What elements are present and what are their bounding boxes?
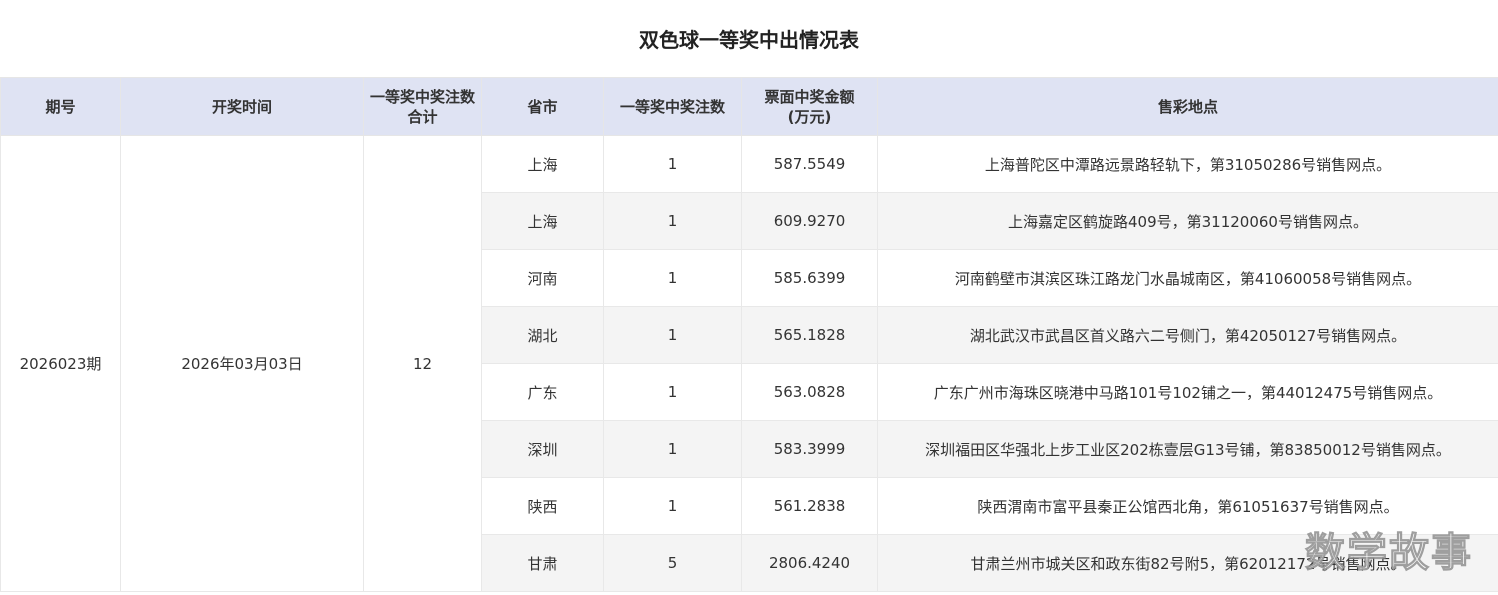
- count-cell: 1: [603, 135, 742, 193]
- header-amount-line2: (万元): [787, 107, 832, 126]
- count-cell: 5: [603, 534, 742, 592]
- header-total-line1: 一等奖中奖注数: [369, 87, 475, 106]
- amount-cell: 583.3999: [741, 420, 878, 478]
- header-site: 售彩地点: [877, 77, 1498, 136]
- amount-cell: 561.2838: [741, 477, 878, 535]
- header-province: 省市: [481, 77, 604, 136]
- site-cell: 上海嘉定区鹤旋路409号，第31120060号销售网点。: [877, 192, 1498, 250]
- header-issue: 期号: [0, 77, 121, 136]
- province-cell: 深圳: [481, 420, 604, 478]
- header-amount: 票面中奖金额 (万元): [741, 77, 878, 136]
- site-cell: 深圳福田区华强北上步工业区202栋壹层G13号铺，第83850012号销售网点。: [877, 420, 1498, 478]
- province-cell: 上海: [481, 192, 604, 250]
- amount-cell: 587.5549: [741, 135, 878, 193]
- province-cell: 广东: [481, 363, 604, 421]
- count-cell: 1: [603, 306, 742, 364]
- table-title: 双色球一等奖中出情况表: [639, 28, 859, 52]
- amount-cell: 563.0828: [741, 363, 878, 421]
- header-amount-line1: 票面中奖金额: [764, 87, 855, 106]
- header-total-line2: 合计: [407, 107, 438, 126]
- province-cell: 湖北: [481, 306, 604, 364]
- winners-table: 期号 开奖时间 一等奖中奖注数 合计 省市 一等奖中奖注数 票面中奖金额 (万元…: [0, 77, 1498, 592]
- site-cell: 上海普陀区中潭路远景路轻轨下，第31050286号销售网点。: [877, 135, 1498, 193]
- issue-cell: 2026023期: [0, 135, 121, 592]
- draw-time-cell: 2026年03月03日: [120, 135, 364, 592]
- header-row: 期号 开奖时间 一等奖中奖注数 合计 省市 一等奖中奖注数 票面中奖金额 (万元…: [0, 77, 1498, 136]
- province-cell: 上海: [481, 135, 604, 193]
- count-cell: 1: [603, 477, 742, 535]
- site-cell: 陕西渭南市富平县秦正公馆西北角，第61051637号销售网点。: [877, 477, 1498, 535]
- count-cell: 1: [603, 249, 742, 307]
- table-row: 2026023期 2026年03月03日 12 上海 1 587.5549 上海普陀区中潭路…: [0, 135, 1498, 592]
- site-cell: 广东广州市海珠区晓港中马路101号102铺之一，第44012475号销售网点。: [877, 363, 1498, 421]
- total-count-cell: 12: [363, 135, 482, 592]
- province-cell: 陕西: [481, 477, 604, 535]
- amount-cell: 565.1828: [741, 306, 878, 364]
- header-total: 一等奖中奖注数 合计: [363, 77, 482, 136]
- province-cell: 甘肃: [481, 534, 604, 592]
- site-cell: 湖北武汉市武昌区首义路六二号侧门，第42050127号销售网点。: [877, 306, 1498, 364]
- count-cell: 1: [603, 192, 742, 250]
- province-cell: 河南: [481, 249, 604, 307]
- amount-cell: 585.6399: [741, 249, 878, 307]
- count-cell: 1: [603, 420, 742, 478]
- amount-cell: 609.9270: [741, 192, 878, 250]
- site-cell: 甘肃兰州市城关区和政东街82号附5，第62012172号销售网点。: [877, 534, 1498, 592]
- header-draw-time: 开奖时间: [120, 77, 364, 136]
- header-count: 一等奖中奖注数: [603, 77, 742, 136]
- site-cell: 河南鹤壁市淇滨区珠江路龙门水晶城南区，第41060058号销售网点。: [877, 249, 1498, 307]
- count-cell: 1: [603, 363, 742, 421]
- amount-cell: 2806.4240: [741, 534, 878, 592]
